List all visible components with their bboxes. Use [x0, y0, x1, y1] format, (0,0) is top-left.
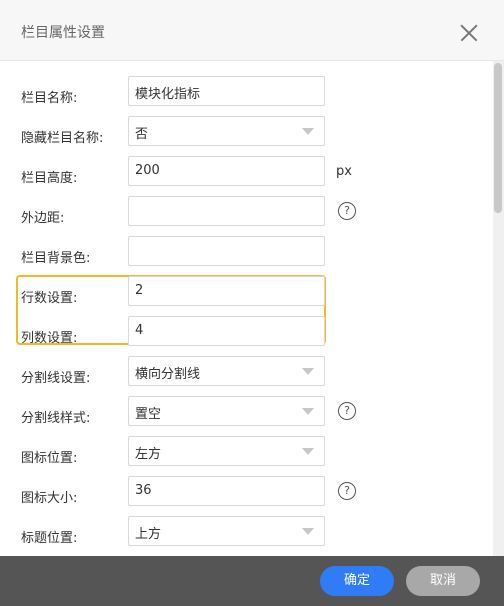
- divider-style-select[interactable]: 置空: [128, 396, 325, 426]
- cancel-button[interactable]: 取消: [406, 566, 480, 596]
- chevron-down-icon: [302, 128, 314, 135]
- dialog-header: 栏目属性设置: [0, 0, 504, 61]
- chevron-down-icon: [302, 408, 314, 415]
- divider-style-value: 置空: [135, 407, 162, 422]
- row-icon-size: 图标大小: 36 ?: [0, 476, 490, 516]
- row-margin: 外边距: ?: [0, 196, 490, 236]
- icon-size-label: 图标大小:: [21, 491, 78, 506]
- row-divider-setting: 分割线设置: 横向分割线: [0, 356, 490, 396]
- divider-setting-select[interactable]: 横向分割线: [128, 356, 325, 386]
- dialog-body[interactable]: 栏目名称: 模块化指标 隐藏栏目名称: 否 栏目高度: 200 px 外边距: …: [0, 61, 493, 556]
- column-height-input[interactable]: 200: [128, 156, 325, 186]
- help-icon[interactable]: ?: [338, 402, 356, 420]
- column-count-label: 列数设置:: [21, 331, 78, 346]
- row-background-color: 栏目背景色:: [0, 236, 490, 276]
- chevron-down-icon: [302, 368, 314, 375]
- column-height-label: 栏目高度:: [21, 171, 78, 186]
- row-column-height: 栏目高度: 200 px: [0, 156, 490, 196]
- help-icon[interactable]: ?: [338, 202, 356, 220]
- row-row-count: 行数设置: 2: [0, 276, 490, 316]
- hide-column-name-label: 隐藏栏目名称:: [21, 131, 104, 146]
- title-position-select[interactable]: 上方: [128, 516, 325, 546]
- icon-size-input[interactable]: 36: [128, 476, 325, 506]
- help-icon[interactable]: ?: [338, 482, 356, 500]
- hide-column-name-select[interactable]: 否: [128, 116, 325, 146]
- icon-position-select[interactable]: 左方: [128, 436, 325, 466]
- column-count-input[interactable]: 4: [128, 316, 325, 346]
- close-icon[interactable]: [458, 22, 480, 44]
- dialog-footer: 确定 取消: [0, 556, 504, 606]
- background-color-label: 栏目背景色:: [21, 251, 91, 266]
- column-properties-dialog: 栏目属性设置 栏目名称: 模块化指标 隐藏栏目名称: 否 栏目高度: 200 p…: [0, 0, 504, 606]
- chevron-down-icon: [302, 528, 314, 535]
- row-column-name: 栏目名称: 模块化指标: [0, 76, 490, 116]
- row-title-position: 标题位置: 上方: [0, 516, 490, 556]
- unit-px: px: [336, 164, 352, 179]
- row-divider-style: 分割线样式: 置空 ?: [0, 396, 490, 436]
- icon-position-value: 左方: [135, 447, 162, 462]
- margin-label: 外边距:: [21, 211, 65, 226]
- row-count-label: 行数设置:: [21, 291, 78, 306]
- row-icon-position: 图标位置: 左方: [0, 436, 490, 476]
- row-column-count: 列数设置: 4: [0, 316, 490, 356]
- divider-setting-value: 横向分割线: [135, 367, 201, 382]
- divider-style-label: 分割线样式:: [21, 411, 91, 426]
- row-count-input[interactable]: 2: [128, 276, 325, 306]
- margin-input[interactable]: [128, 196, 325, 226]
- title-position-label: 标题位置:: [21, 531, 78, 546]
- hide-column-name-value: 否: [135, 127, 149, 142]
- divider-setting-label: 分割线设置:: [21, 371, 91, 386]
- title-position-value: 上方: [135, 527, 162, 542]
- column-name-label: 栏目名称:: [21, 91, 78, 106]
- icon-position-label: 图标位置:: [21, 451, 78, 466]
- scrollbar-thumb[interactable]: [494, 63, 502, 213]
- confirm-button[interactable]: 确定: [320, 566, 394, 596]
- chevron-down-icon: [302, 448, 314, 455]
- background-color-input[interactable]: [128, 236, 325, 266]
- dialog-title: 栏目属性设置: [21, 25, 105, 41]
- column-name-input[interactable]: 模块化指标: [128, 76, 325, 106]
- row-hide-column-name: 隐藏栏目名称: 否: [0, 116, 490, 156]
